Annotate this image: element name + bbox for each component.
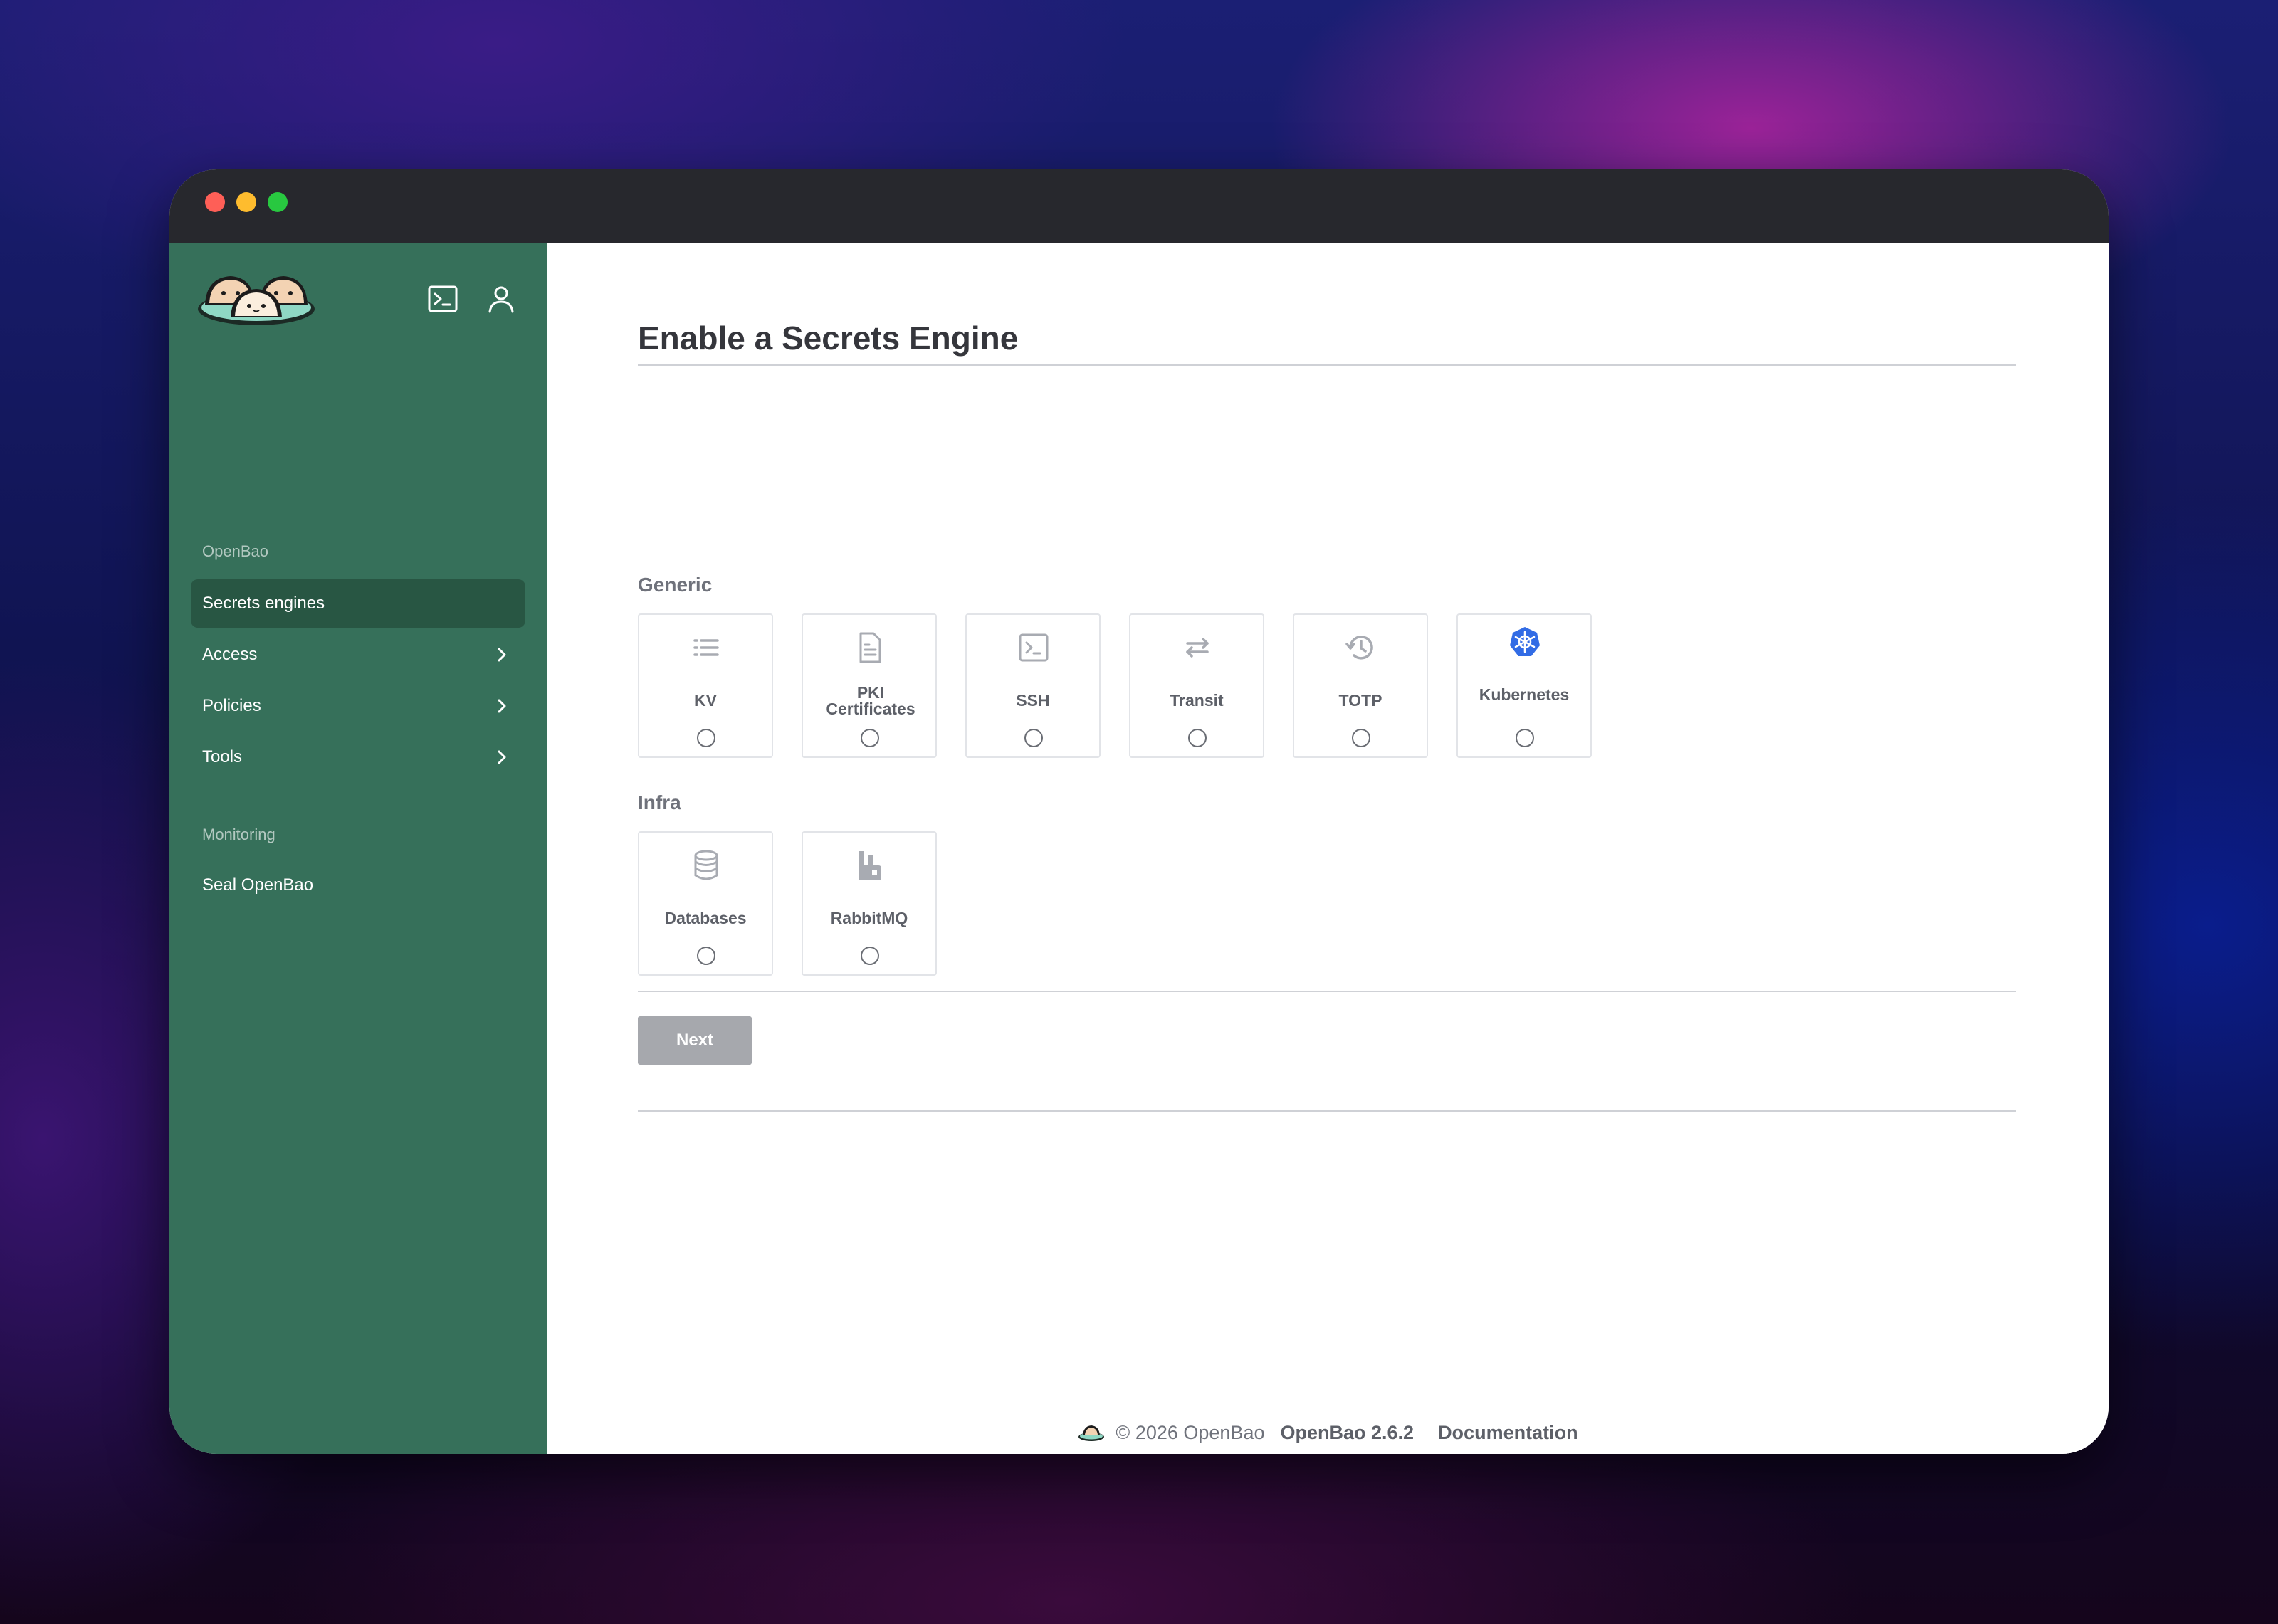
terminal-icon <box>1017 631 1051 665</box>
database-icon <box>689 848 723 882</box>
openbao-footer-logo-icon <box>1078 1425 1105 1441</box>
engine-card-totp[interactable]: TOTP <box>1293 613 1428 758</box>
engine-radio[interactable] <box>697 947 715 965</box>
group-label-infra: Infra <box>638 791 681 813</box>
sidebar-item-label: Policies <box>202 696 261 715</box>
footer: © 2026 OpenBao OpenBao 2.6.2 Documentati… <box>547 1414 2109 1451</box>
engine-card-label: RabbitMQ <box>830 909 908 927</box>
user-icon[interactable] <box>485 283 517 315</box>
engine-radio[interactable] <box>861 947 879 965</box>
engine-radio[interactable] <box>861 729 879 747</box>
engine-card-ssh[interactable]: SSH <box>965 613 1101 758</box>
next-button[interactable]: Next <box>638 1016 752 1065</box>
engine-radio[interactable] <box>1188 729 1207 747</box>
rabbitmq-icon <box>853 848 887 882</box>
chevron-right-icon <box>498 699 506 713</box>
engine-card-label: TOTP <box>1338 691 1382 710</box>
engine-radio[interactable] <box>1516 729 1534 747</box>
footer-copyright: © 2026 OpenBao <box>1116 1421 1265 1443</box>
minimize-window-button[interactable] <box>236 192 256 212</box>
sidebar-item-policies[interactable]: Policies <box>191 682 525 730</box>
sidebar-item-seal-openbao[interactable]: Seal OpenBao <box>191 861 525 909</box>
engine-card-pki[interactable]: PKI Certificates <box>802 613 937 758</box>
sidebar-item-tools[interactable]: Tools <box>191 733 525 781</box>
close-window-button[interactable] <box>205 192 225 212</box>
engine-radio[interactable] <box>1352 729 1370 747</box>
sidebar-item-label: Seal OpenBao <box>202 875 314 895</box>
maximize-window-button[interactable] <box>268 192 288 212</box>
sidebar-item-secrets-engines[interactable]: Secrets engines <box>191 579 525 628</box>
engine-card-kv[interactable]: KV <box>638 613 773 758</box>
engine-card-label: PKI Certificates <box>826 683 915 718</box>
form-bottom-divider <box>638 1110 2016 1112</box>
sidebar-item-label: Access <box>202 645 258 664</box>
main-content: Enable a Secrets Engine Generic KV PKI C… <box>547 243 2109 1454</box>
form-divider <box>638 991 2016 992</box>
section-label-openbao: OpenBao <box>202 542 268 560</box>
history-icon <box>1344 631 1378 665</box>
engine-card-label: SSH <box>1016 691 1050 710</box>
engine-card-transit[interactable]: Transit <box>1129 613 1264 758</box>
engine-radio[interactable] <box>697 729 715 747</box>
list-icon <box>689 631 723 665</box>
group-label-generic: Generic <box>638 574 713 596</box>
engine-card-label: Databases <box>664 909 747 927</box>
engine-card-kubernetes[interactable]: Kubernetes <box>1456 613 1592 758</box>
sidebar-item-label: Secrets engines <box>202 594 325 613</box>
engine-card-label: Transit <box>1170 691 1224 710</box>
sidebar: OpenBao Secrets engines Access Policies … <box>169 243 547 1454</box>
footer-version: OpenBao 2.6.2 <box>1280 1421 1414 1443</box>
chevron-right-icon <box>498 648 506 662</box>
engine-radio[interactable] <box>1024 729 1043 747</box>
title-divider <box>638 364 2016 366</box>
sidebar-item-access[interactable]: Access <box>191 631 525 679</box>
engine-card-databases[interactable]: Databases <box>638 831 773 976</box>
engine-card-label: KV <box>694 691 717 710</box>
app-window: OpenBao Secrets engines Access Policies … <box>169 169 2109 1454</box>
arrows-swap-icon <box>1180 631 1214 665</box>
engine-card-rabbitmq[interactable]: RabbitMQ <box>802 831 937 976</box>
chevron-right-icon <box>498 750 506 764</box>
sidebar-item-label: Tools <box>202 747 243 766</box>
page-title: Enable a Secrets Engine <box>638 320 1019 357</box>
engine-card-label: Kubernetes <box>1479 685 1570 704</box>
kubernetes-icon <box>1508 625 1542 659</box>
openbao-logo[interactable] <box>195 268 317 327</box>
title-bar <box>169 169 2109 243</box>
documentation-link[interactable]: Documentation <box>1438 1422 1578 1444</box>
console-terminal-icon[interactable] <box>427 283 458 315</box>
section-label-monitoring: Monitoring <box>202 826 275 843</box>
document-icon <box>853 631 887 665</box>
